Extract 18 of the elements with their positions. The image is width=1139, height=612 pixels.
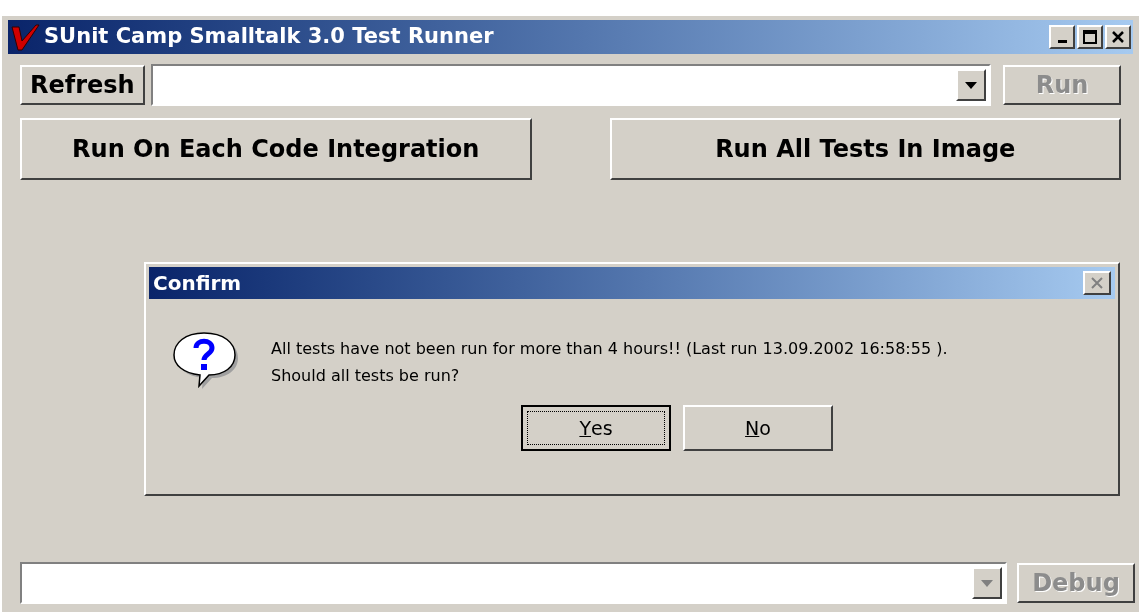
refresh-button[interactable]: Refresh <box>20 65 145 105</box>
minimize-icon <box>1057 39 1067 43</box>
maximize-button[interactable] <box>1077 25 1103 49</box>
app-logo-icon <box>10 23 40 51</box>
minimize-button[interactable] <box>1049 25 1075 49</box>
dialog-button[interactable]: No <box>683 405 833 451</box>
window-title: SUnit Camp Smalltalk 3.0 Test Runner <box>44 23 494 51</box>
close-icon <box>1090 276 1104 290</box>
action-button[interactable]: Run All Tests In Image <box>609 118 1121 180</box>
close-icon <box>1111 30 1125 44</box>
dialog-title: Confirm <box>153 270 242 297</box>
dialog-button[interactable]: Yes <box>521 405 671 451</box>
close-button[interactable] <box>1105 25 1131 49</box>
close-button[interactable] <box>1083 271 1111 295</box>
maximize-icon <box>1083 30 1097 44</box>
action-button[interactable]: Run On Each Code Integration <box>20 118 532 180</box>
test-dropdown[interactable] <box>150 64 991 106</box>
dialog-message: All tests have not been run for more than 4 hours!! (Last run 13.09.2002 16:58:55 ). Should all tests be run? <box>271 338 948 387</box>
